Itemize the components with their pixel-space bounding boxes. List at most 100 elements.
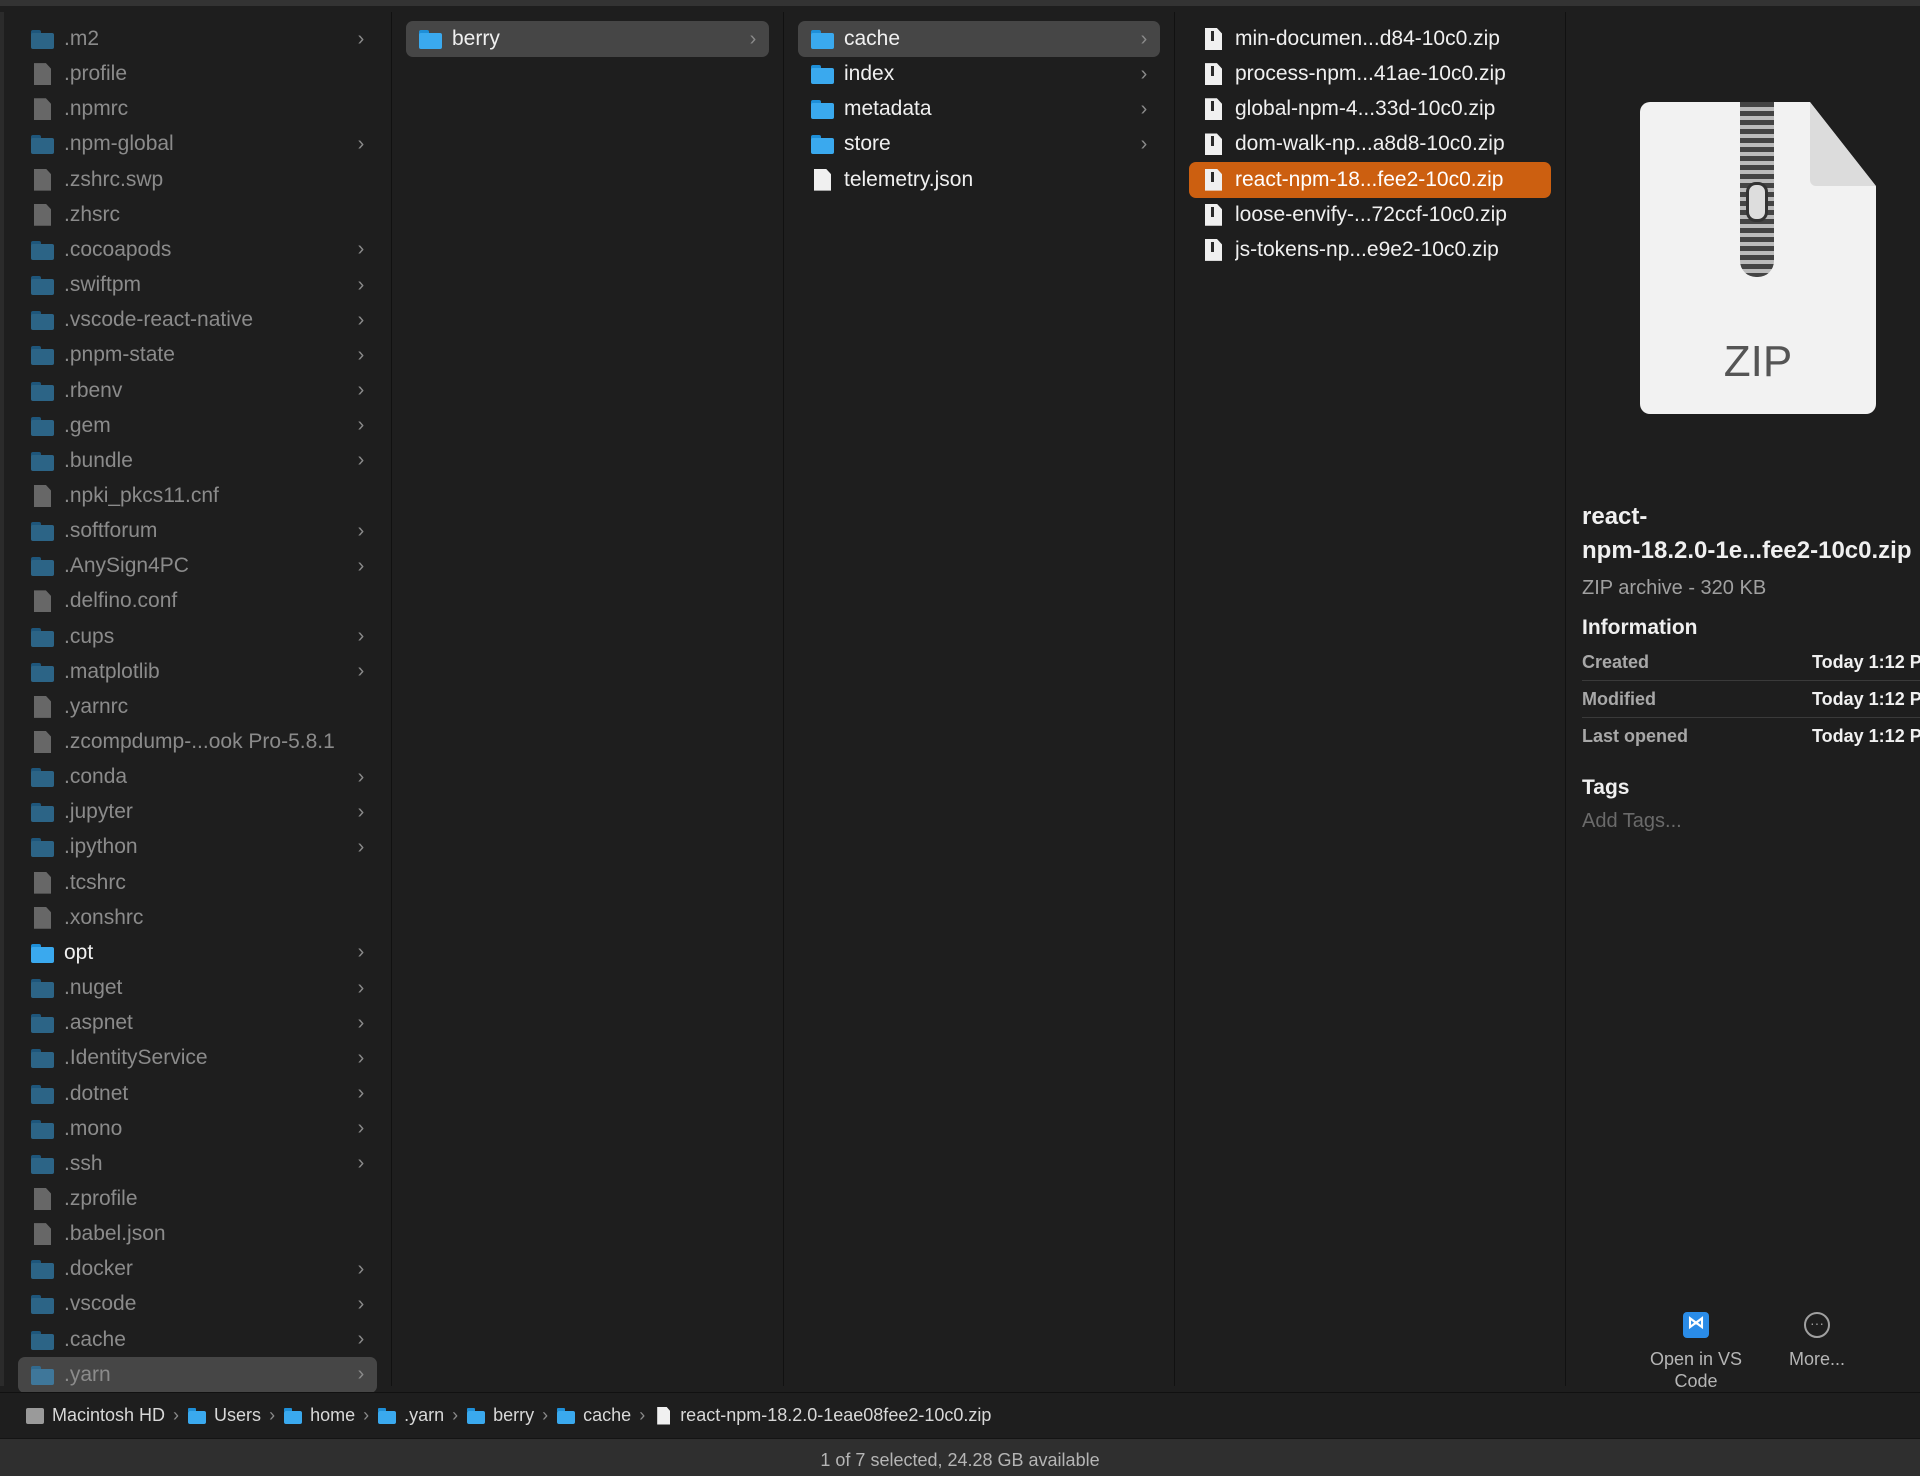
file-item[interactable]: .zprofile (18, 1181, 377, 1217)
folder-item[interactable]: .ssh › (18, 1146, 377, 1182)
item-label: .pnpm-state (64, 343, 175, 367)
folder-item[interactable]: cache › (798, 21, 1160, 57)
file-item[interactable]: dom-walk-np...a8d8-10c0.zip (1189, 126, 1551, 162)
folder-item[interactable]: berry › (406, 21, 769, 57)
file-item[interactable]: process-npm...41ae-10c0.zip (1189, 56, 1551, 92)
folder-item[interactable]: .rbenv › (18, 373, 377, 409)
folder-item[interactable]: .cache › (18, 1322, 377, 1358)
breadcrumb-item[interactable]: .yarn › (378, 1405, 467, 1426)
breadcrumb-separator: › (452, 1405, 459, 1425)
file-item[interactable]: react-npm-18...fee2-10c0.zip (1189, 161, 1551, 198)
hard-drive-icon (26, 1407, 44, 1424)
folder-item[interactable]: .pnpm-state › (18, 337, 377, 373)
breadcrumb-separator: › (173, 1405, 180, 1425)
folder-item[interactable]: .cocoapods › (18, 232, 377, 268)
file-item[interactable]: telemetry.json (798, 162, 1160, 198)
file-item[interactable]: .npki_pkcs11.cnf (18, 478, 377, 514)
folder-item[interactable]: .softforum › (18, 513, 377, 549)
column-home: .m2 › .profile .npmrc .npm-global › .zshrc.swp… (0, 12, 392, 1393)
file-item[interactable]: .zshrc.swp (18, 162, 377, 198)
breadcrumb-item[interactable]: Users › (188, 1405, 284, 1426)
folder-item[interactable]: .cups › (18, 619, 377, 655)
breadcrumb-item[interactable]: berry › (467, 1405, 557, 1426)
folder-item[interactable]: .nuget › (18, 970, 377, 1006)
folder-item[interactable]: .AnySign4PC › (18, 548, 377, 584)
folder-icon (30, 800, 54, 824)
folder-icon (30, 414, 54, 438)
item-label: dom-walk-np...a8d8-10c0.zip (1235, 132, 1505, 156)
chevron-right-icon: › (357, 976, 365, 999)
file-item[interactable]: .npmrc (18, 91, 377, 127)
item-label: .rbenv (64, 378, 123, 402)
folder-item[interactable]: .vscode › (18, 1286, 377, 1322)
folder-icon (810, 97, 834, 121)
chevron-right-icon: › (357, 765, 365, 788)
folder-item[interactable]: .aspnet › (18, 1005, 377, 1041)
item-label: cache (844, 27, 901, 50)
folder-item[interactable]: metadata › (798, 91, 1160, 127)
folder-icon (188, 1407, 207, 1424)
chevron-right-icon: › (357, 835, 365, 858)
file-item[interactable]: .zcompdump-...ook Pro-5.8.1 (18, 724, 377, 760)
file-item[interactable]: min-documen...d84-10c0.zip (1189, 21, 1551, 57)
folder-item[interactable]: .gem › (18, 408, 377, 444)
item-label: .npm-global (64, 132, 174, 156)
file-item[interactable]: .babel.json (18, 1216, 377, 1252)
file-item[interactable]: .profile (18, 56, 377, 92)
document-icon (30, 906, 54, 930)
folder-item[interactable]: .vscode-react-native › (18, 302, 377, 338)
status-bar: 1 of 7 selected, 24.28 GB available (0, 1438, 1920, 1476)
folder-item[interactable]: index › (798, 56, 1160, 92)
folder-item[interactable]: .npm-global › (18, 126, 377, 162)
item-label: .m2 (64, 27, 100, 50)
item-label: .vscode (64, 1292, 137, 1316)
breadcrumb-item[interactable]: react-npm-18.2.0-1eae08fee2-10c0.zip (654, 1405, 991, 1426)
folder-item[interactable]: .jupyter › (18, 794, 377, 830)
folder-item[interactable]: .docker › (18, 1251, 377, 1287)
item-label: .gem (64, 413, 111, 437)
open-in-vscode-button[interactable]: Open in VS Code (1636, 1312, 1756, 1392)
folder-item[interactable]: .swiftpm › (18, 267, 377, 303)
document-icon (30, 62, 54, 86)
chevron-right-icon: › (357, 132, 365, 155)
folder-item[interactable]: .IdentityService › (18, 1040, 377, 1076)
more-button[interactable]: More... (1757, 1312, 1877, 1370)
item-label: .nuget (64, 976, 123, 1000)
tags-heading: Tags (1582, 776, 1630, 799)
folder-item[interactable]: .m2 › (18, 21, 377, 57)
item-label: opt (64, 940, 94, 964)
folder-item[interactable]: opt › (18, 935, 377, 971)
file-item[interactable]: js-tokens-np...e9e2-10c0.zip (1189, 232, 1551, 268)
file-item[interactable]: .zhsrc (18, 197, 377, 233)
item-label: .zprofile (64, 1186, 138, 1210)
folder-item[interactable]: .dotnet › (18, 1076, 377, 1112)
folder-item[interactable]: .conda › (18, 759, 377, 795)
folder-item[interactable]: .yarn › (18, 1356, 377, 1393)
folder-item[interactable]: store › (798, 126, 1160, 162)
document-icon (30, 1222, 54, 1246)
file-item[interactable]: global-npm-4...33d-10c0.zip (1189, 91, 1551, 127)
folder-icon (30, 941, 54, 965)
folder-item[interactable]: .matplotlib › (18, 654, 377, 690)
folder-icon (30, 660, 54, 684)
breadcrumb-item[interactable]: home › (284, 1405, 378, 1426)
file-item[interactable]: .delfino.conf (18, 583, 377, 619)
file-item[interactable]: .xonshrc (18, 900, 377, 936)
folder-item[interactable]: .mono › (18, 1111, 377, 1147)
item-label: .conda (64, 765, 128, 789)
file-item[interactable]: loose-envify-...72ccf-10c0.zip (1189, 197, 1551, 233)
add-tags-field[interactable]: Add Tags... (1582, 810, 1682, 833)
file-item[interactable]: .tcshrc (18, 865, 377, 901)
folder-item[interactable]: .bundle › (18, 443, 377, 479)
folder-icon (30, 976, 54, 1000)
folder-item[interactable]: .ipython › (18, 829, 377, 865)
file-item[interactable]: .yarnrc (18, 689, 377, 725)
item-label: .dotnet (64, 1081, 129, 1105)
zip-file-icon: ZIP (1640, 102, 1876, 414)
breadcrumb-item[interactable]: Macintosh HD › (26, 1405, 188, 1426)
folder-icon (418, 27, 442, 51)
breadcrumb-item[interactable]: cache › (557, 1405, 654, 1426)
folder-icon (30, 379, 54, 403)
path-bar: Macintosh HD › Users › home › .yarn › berry › cach… (0, 1392, 1920, 1438)
folder-icon (30, 625, 54, 649)
